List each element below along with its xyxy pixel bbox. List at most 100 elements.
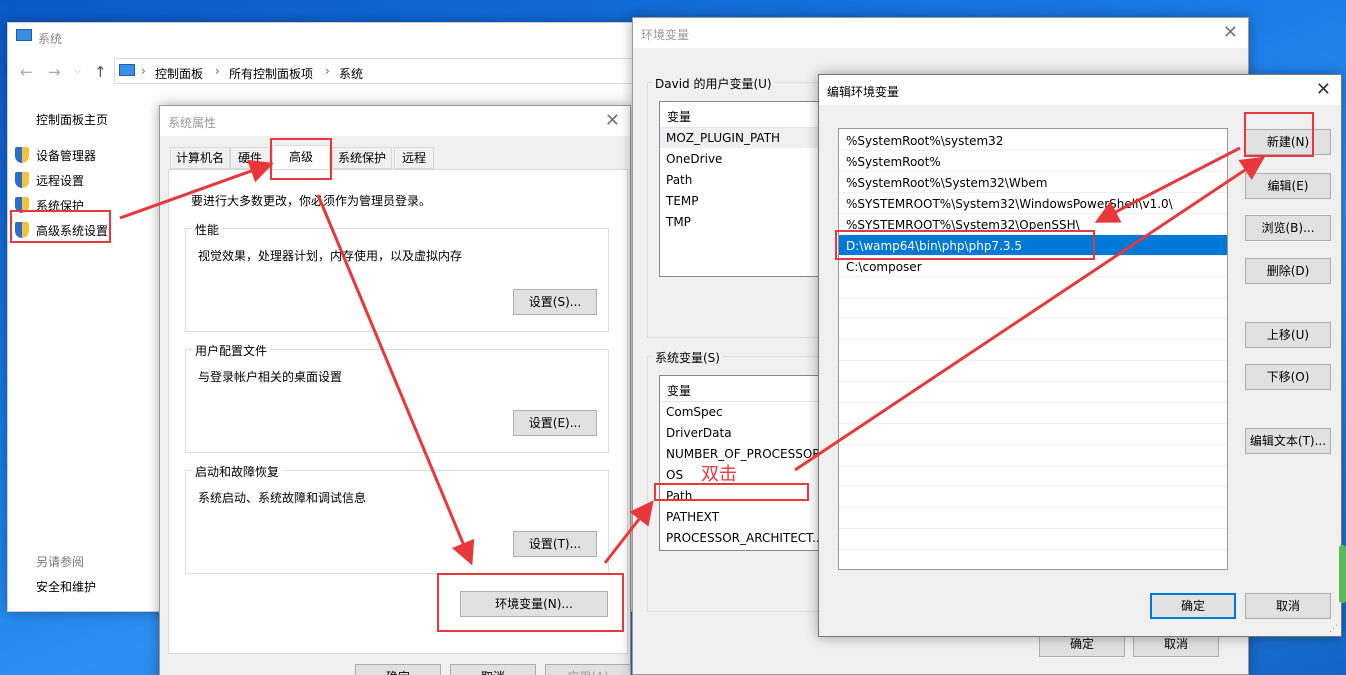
sidebar-item-remote-settings[interactable]: 远程设置 <box>36 172 84 189</box>
user-variables-header: 变量 <box>660 102 838 128</box>
path-entry-text: %SYSTEMROOT%\System32\WindowsPowerShell\… <box>846 197 1173 211</box>
dropdown-chevron-icon[interactable]: ⌵ <box>74 66 81 76</box>
new-entry-button[interactable]: 新建(N) <box>1245 129 1331 155</box>
resize-grip-icon[interactable]: ⋰ <box>1329 624 1338 634</box>
browse-button[interactable]: 浏览(B)... <box>1245 215 1331 241</box>
path-entry-text: %SystemRoot%\system32 <box>846 134 1004 148</box>
path-entry[interactable]: %SystemRoot%\system32 <box>839 130 1227 151</box>
path-entries-list[interactable]: %SystemRoot%\system32 %SystemRoot% %System… <box>838 128 1228 570</box>
env-title: 环境变量 <box>641 28 690 42</box>
scrollbar-thumb[interactable] <box>1339 545 1346 603</box>
user-profile-group: 用户配置文件 与登录帐户相关的桌面设置 设置(E)... <box>185 342 609 453</box>
startup-recovery-label: 启动和故障恢复 <box>192 463 283 480</box>
user-profile-desc: 与登录帐户相关的桌面设置 <box>198 370 343 384</box>
path-entry[interactable]: %SystemRoot%\System32\Wbem <box>839 172 1227 193</box>
user-var-row[interactable]: TMP <box>666 215 691 229</box>
sys-var-row[interactable]: NUMBER_OF_PROCESSOR <box>666 447 821 461</box>
path-entry-selected[interactable]: D:\wamp64\bin\php\php7.3.5 <box>839 235 1227 256</box>
column-header-variable[interactable]: 变量 <box>667 108 691 125</box>
edit-text-button[interactable]: 编辑文本(T)... <box>1245 428 1331 454</box>
path-entry[interactable]: C:\composer <box>839 256 1227 277</box>
path-entry[interactable]: %SYSTEMROOT%\System32\OpenSSH\ <box>839 214 1227 235</box>
breadcrumb-item-2[interactable]: 系统 <box>339 65 363 82</box>
tab-system-protection[interactable]: 系统保护 <box>332 147 392 169</box>
performance-settings-button[interactable]: 设置(S)... <box>513 289 597 315</box>
startup-recovery-settings-button[interactable]: 设置(T)... <box>513 531 597 557</box>
path-entry[interactable]: %SYSTEMROOT%\System32\WindowsPowerShell\… <box>839 193 1227 214</box>
edit-env-cancel-button[interactable]: 取消 <box>1245 593 1331 619</box>
sys-var-row[interactable]: OS <box>666 468 683 482</box>
delete-entry-button[interactable]: 删除(D) <box>1245 258 1331 284</box>
path-entry-empty[interactable] <box>839 550 1227 569</box>
path-entry[interactable]: %SystemRoot% <box>839 151 1227 172</box>
user-var-row[interactable]: TEMP <box>666 194 699 208</box>
tab-label: 硬件 <box>237 151 262 165</box>
path-entry-empty[interactable] <box>839 340 1227 361</box>
path-entry-empty[interactable] <box>839 382 1227 403</box>
tab-strip: 计算机名 硬件 高级 系统保护 远程 <box>170 145 630 170</box>
path-entry-empty[interactable] <box>839 487 1227 508</box>
sidebar-item-advanced-settings[interactable]: 高级系统设置 <box>36 222 108 239</box>
edit-entry-button[interactable]: 编辑(E) <box>1245 173 1331 199</box>
up-arrow-icon[interactable]: ↑ <box>94 63 107 81</box>
move-up-button[interactable]: 上移(U) <box>1245 322 1331 348</box>
path-entry-empty[interactable] <box>839 466 1227 487</box>
path-entry-empty[interactable] <box>839 298 1227 319</box>
tab-label: 远程 <box>401 151 426 165</box>
tab-remote[interactable]: 远程 <box>394 147 434 169</box>
user-variables-list[interactable]: 变量 MOZ_PLUGIN_PATH OneDrive Path TEMP TM… <box>659 101 839 277</box>
system-properties-titlebar: 系统属性 ✕ <box>160 106 630 136</box>
edit-env-ok-button[interactable]: 确定 <box>1150 593 1236 619</box>
see-also-security-maintenance[interactable]: 安全和维护 <box>36 578 96 595</box>
sys-var-row[interactable]: PATHEXT <box>666 510 719 524</box>
sys-var-row-path[interactable]: Path <box>666 489 692 503</box>
forward-arrow-icon[interactable]: → <box>48 63 61 81</box>
path-entry-empty[interactable] <box>839 403 1227 424</box>
sysprop-ok-button[interactable]: 确定 <box>355 664 441 675</box>
path-entry-empty[interactable] <box>839 319 1227 340</box>
see-also-title: 另请参阅 <box>36 555 85 569</box>
edit-environment-variable-dialog: 编辑环境变量 ✕ %SystemRoot%\system32 %SystemRoo… <box>818 74 1342 637</box>
sysprop-cancel-button[interactable]: 取消 <box>450 664 536 675</box>
sidebar-item-device-manager[interactable]: 设备管理器 <box>36 147 96 164</box>
path-entry-empty[interactable] <box>839 445 1227 466</box>
user-profile-settings-button[interactable]: 设置(E)... <box>513 410 597 436</box>
shield-icon <box>15 222 29 238</box>
close-icon[interactable]: ✕ <box>605 110 620 131</box>
path-entry-empty[interactable] <box>839 361 1227 382</box>
user-profile-label: 用户配置文件 <box>192 342 271 359</box>
tab-label: 高级 <box>288 150 313 164</box>
sys-var-row[interactable]: PROCESSOR_ARCHITECT... <box>666 531 824 545</box>
tab-label: 系统保护 <box>337 151 386 165</box>
system-variables-list[interactable]: 变量 ComSpec DriverData NUMBER_OF_PROCESSO… <box>659 375 839 551</box>
sidebar-item-system-protection[interactable]: 系统保护 <box>36 197 84 214</box>
move-down-button[interactable]: 下移(O) <box>1245 364 1331 390</box>
address-bar[interactable]: › 控制面板 › 所有控制面板项 › 系统 <box>114 58 654 84</box>
sidebar-home-link[interactable]: 控制面板主页 <box>36 111 108 128</box>
sys-var-row[interactable]: DriverData <box>666 426 732 440</box>
breadcrumb-item-1[interactable]: 所有控制面板项 <box>229 65 313 82</box>
user-var-row[interactable]: MOZ_PLUGIN_PATH <box>666 131 780 145</box>
user-variables-label: David 的用户变量(U) <box>652 75 775 92</box>
breadcrumb-sep-2: › <box>325 64 330 78</box>
environment-variables-button[interactable]: 环境变量(N)... <box>460 591 608 617</box>
close-icon[interactable]: ✕ <box>1316 79 1331 100</box>
system-variables-group: 系统变量(S) 变量 ComSpec DriverData NUMBER_OF_… <box>647 349 847 612</box>
sysprop-apply-button[interactable]: 应用(A) <box>545 664 631 675</box>
column-header-variable[interactable]: 变量 <box>667 382 691 399</box>
close-icon[interactable]: ✕ <box>1223 22 1238 43</box>
user-var-row[interactable]: Path <box>666 173 692 187</box>
path-entry-empty[interactable] <box>839 529 1227 550</box>
sys-var-row[interactable]: ComSpec <box>666 405 723 419</box>
tab-advanced[interactable]: 高级 <box>272 145 330 170</box>
back-arrow-icon[interactable]: ← <box>20 63 33 81</box>
path-entry-empty[interactable] <box>839 277 1227 298</box>
system-monitor-icon <box>16 29 32 41</box>
path-entry-empty[interactable] <box>839 424 1227 445</box>
user-var-row[interactable]: OneDrive <box>666 152 722 166</box>
tab-computer-name[interactable]: 计算机名 <box>170 147 230 169</box>
breadcrumb-item-0[interactable]: 控制面板 <box>155 65 203 82</box>
path-entry-empty[interactable] <box>839 508 1227 529</box>
tab-hardware[interactable]: 硬件 <box>230 147 270 169</box>
performance-group: 性能 视觉效果，处理器计划，内存使用，以及虚拟内存 设置(S)... <box>185 221 609 332</box>
